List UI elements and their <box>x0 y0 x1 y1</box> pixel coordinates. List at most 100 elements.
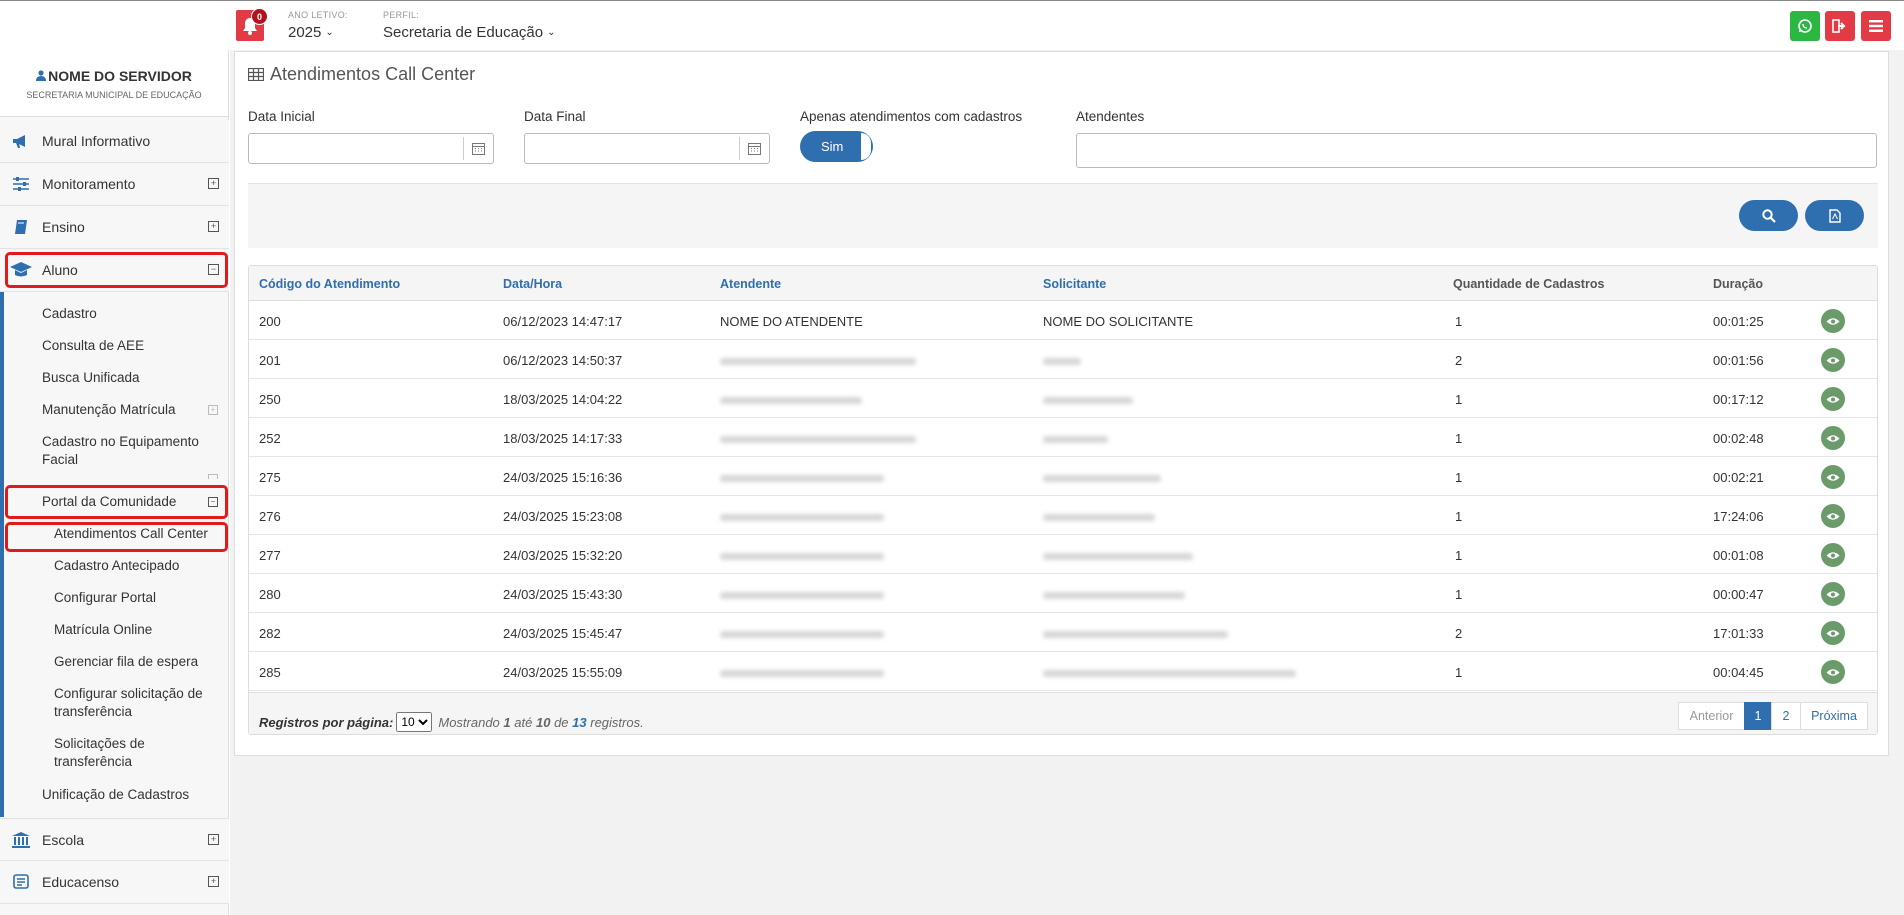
sidebar-item-matricula-online[interactable]: Matrícula Online <box>54 621 152 639</box>
sidebar-item-label: Escola <box>42 831 85 848</box>
expand-icon[interactable]: + <box>208 876 219 887</box>
view-button[interactable] <box>1821 348 1845 372</box>
column-header-codigo[interactable]: Código do Atendimento <box>259 277 400 291</box>
ano-letivo-value: 2025 <box>288 24 322 41</box>
column-header-data-hora[interactable]: Data/Hora <box>503 277 562 291</box>
sidebar-item-label: Ensino <box>42 219 85 235</box>
sidebar-item-educacenso[interactable]: Educacenso + <box>0 861 229 904</box>
view-button[interactable] <box>1821 621 1845 645</box>
expand-icon[interactable]: + <box>208 834 219 845</box>
view-button[interactable] <box>1821 387 1845 411</box>
sidebar-item-label: transferência <box>54 704 133 719</box>
logout-button[interactable] <box>1825 11 1855 41</box>
expand-icon[interactable]: + <box>208 221 219 232</box>
per-page-select[interactable]: 10 <box>396 712 433 732</box>
sidebar-item-escola[interactable]: Escola + <box>0 818 229 861</box>
cell-data-hora: 24/03/2025 15:45:47 <box>503 626 623 641</box>
view-button[interactable] <box>1821 426 1845 450</box>
cell-duracao: 00:04:45 <box>1713 665 1764 680</box>
sidebar-item-fila-espera[interactable]: Gerenciar fila de espera <box>54 653 198 671</box>
column-header-atendente[interactable]: Atendente <box>720 277 781 291</box>
data-inicial-input[interactable] <box>248 133 494 164</box>
view-button[interactable] <box>1821 309 1845 333</box>
eye-icon <box>1826 668 1840 676</box>
view-button[interactable] <box>1821 465 1845 489</box>
user-icon <box>36 70 47 81</box>
cell-codigo: 200 <box>259 314 281 329</box>
redacted-solicitante <box>1043 436 1108 443</box>
search-button[interactable] <box>1739 200 1798 231</box>
eye-icon <box>1826 629 1840 637</box>
view-button[interactable] <box>1821 660 1845 684</box>
sidebar-item-label: Mural Informativo <box>42 133 151 149</box>
sidebar-item-consulta-aee[interactable]: Consulta de AEE <box>42 337 144 355</box>
cell-data-hora: 06/12/2023 14:50:37 <box>503 353 623 368</box>
cell-data-hora: 18/03/2025 14:17:33 <box>503 431 623 446</box>
chevron-down-icon: ⌄ <box>325 27 334 38</box>
cell-duracao: 00:17:12 <box>1713 392 1764 407</box>
pagination-page-2[interactable]: 2 <box>1771 702 1801 730</box>
mostrando-label: Mostrando <box>438 714 500 730</box>
sidebar-item-unificacao-cadastros[interactable]: Unificação de Cadastros <box>42 786 189 804</box>
whatsapp-icon <box>1798 19 1812 33</box>
view-button[interactable] <box>1821 543 1845 567</box>
eye-icon <box>1826 395 1840 403</box>
highlight-aluno <box>5 252 228 288</box>
pagination-page-1[interactable]: 1 <box>1744 702 1772 730</box>
view-button[interactable] <box>1821 582 1845 606</box>
ano-letivo-select[interactable]: 2025 ⌄ <box>288 24 334 41</box>
sidebar-item-cadastro[interactable]: Cadastro <box>42 305 97 323</box>
sidebar-item-manutencao-matricula[interactable]: Manutenção Matrícula <box>42 401 176 419</box>
calendar-icon[interactable] <box>463 137 493 160</box>
redacted-atendente <box>720 592 884 599</box>
sidebar-item-monitoramento[interactable]: Monitoramento + <box>0 163 229 206</box>
cell-duracao: 00:02:48 <box>1713 431 1764 446</box>
table-icon <box>248 68 264 81</box>
data-final-input[interactable] <box>524 133 770 164</box>
expand-icon[interactable]: + <box>208 405 218 415</box>
atendentes-input[interactable] <box>1076 133 1877 168</box>
column-header-duracao: Duração <box>1713 277 1764 291</box>
sidebar-item-mural[interactable]: Mural Informativo <box>0 120 229 163</box>
redacted-atendente <box>720 358 916 365</box>
sidebar-item-busca-unificada[interactable]: Busca Unificada <box>42 369 140 387</box>
column-header-solicitante[interactable]: Solicitante <box>1043 277 1106 291</box>
pagination-prev[interactable]: Anterior <box>1678 702 1745 730</box>
cell-codigo: 252 <box>259 431 281 446</box>
sidebar-item-configurar-portal[interactable]: Configurar Portal <box>54 589 156 607</box>
menu-button[interactable] <box>1861 11 1891 41</box>
cell-codigo: 275 <box>259 470 281 485</box>
calendar-icon[interactable] <box>739 137 769 160</box>
cell-codigo: 277 <box>259 548 281 563</box>
cell-data-hora: 06/12/2023 14:47:17 <box>503 314 623 329</box>
cell-duracao: 17:01:33 <box>1713 626 1764 641</box>
cell-quantidade: 1 <box>1455 314 1463 329</box>
eye-icon <box>1826 551 1840 559</box>
view-button[interactable] <box>1821 504 1845 528</box>
perfil-select[interactable]: Secretaria de Educação ⌄ <box>383 24 556 41</box>
sidebar-item-label: Solicitações de <box>54 736 145 751</box>
expand-icon[interactable] <box>208 474 218 479</box>
whatsapp-button[interactable] <box>1790 11 1820 41</box>
redacted-solicitante <box>1043 631 1228 638</box>
cell-data-hora: 24/03/2025 15:23:08 <box>503 509 623 524</box>
expand-icon[interactable]: + <box>208 178 219 189</box>
cell-codigo: 285 <box>259 665 281 680</box>
pdf-file-icon <box>1828 208 1841 223</box>
cell-quantidade: 2 <box>1455 353 1463 368</box>
sidebar-item-cadastro-antecipado[interactable]: Cadastro Antecipado <box>54 557 179 575</box>
sidebar-item-label: transferência <box>54 754 133 769</box>
cell-atendente: NOME DO ATENDENTE <box>720 314 863 329</box>
sidebar-item-configurar-transferencia[interactable]: Configurar solicitação de transferência <box>54 685 203 721</box>
apenas-cadastros-toggle[interactable]: Sim <box>800 131 873 162</box>
sidebar-item-ensino[interactable]: Ensino + <box>0 206 229 249</box>
total-records: 13 <box>572 714 587 730</box>
sidebar-item-equipamento-facial[interactable]: Cadastro no Equipamento Facial <box>42 433 199 469</box>
cell-quantidade: 1 <box>1455 509 1463 524</box>
cell-data-hora: 24/03/2025 15:43:30 <box>503 587 623 602</box>
atendentes-label: Atendentes <box>1076 109 1145 124</box>
pagination-next[interactable]: Próxima <box>1800 702 1868 730</box>
export-pdf-button[interactable] <box>1805 200 1864 231</box>
sidebar-item-solicitacoes-transferencia[interactable]: Solicitações de transferência <box>54 735 145 771</box>
sidebar-item-label: Configurar solicitação de <box>54 686 203 701</box>
